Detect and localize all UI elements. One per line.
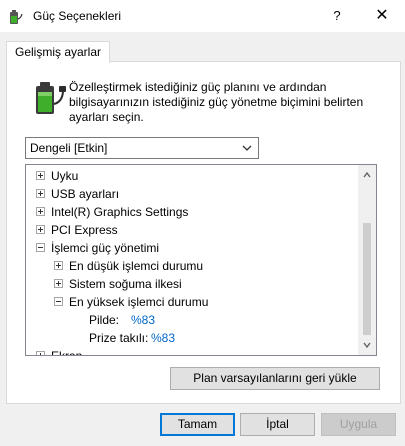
tree-item-label: İşlemci güç yönetimi <box>51 241 160 255</box>
tree-item-label: En düşük işlemci durumu <box>69 259 204 273</box>
scroll-up-arrow-icon[interactable] <box>362 170 372 180</box>
power-plan-dropdown[interactable]: Dengeli [Etkin] <box>25 137 259 159</box>
chevron-down-icon <box>242 145 252 151</box>
battery-power-large-icon <box>36 82 66 114</box>
tree-item-label: PCI Express <box>51 223 118 237</box>
help-button[interactable]: ? <box>320 0 354 32</box>
window-title: Güç Seçenekleri <box>33 9 122 23</box>
setting-label: Prize takılı: <box>89 331 149 345</box>
expand-icon[interactable] <box>36 351 45 355</box>
tree-item-label: USB ayarları <box>51 187 120 201</box>
description-text: Özelleştirmek istediğiniz güç planını ve… <box>69 80 364 124</box>
tree-item-label: Uyku <box>51 169 79 183</box>
expand-icon[interactable] <box>36 189 45 198</box>
close-button[interactable]: ✕ <box>362 0 402 32</box>
tree-item-label: En yüksek işlemci durumu <box>69 295 209 309</box>
expand-icon[interactable] <box>36 171 45 180</box>
expand-icon[interactable] <box>36 225 45 234</box>
expand-icon[interactable] <box>36 207 45 216</box>
scrollbar-thumb[interactable] <box>363 223 371 335</box>
restore-defaults-button[interactable]: Plan varsayılanlarını geri yükle <box>170 367 380 390</box>
tree-item-label: Sistem soğuma ilkesi <box>69 277 182 291</box>
power-plan-value: Dengeli [Etkin] <box>30 141 108 155</box>
setting-value-link[interactable]: %83 <box>151 329 175 347</box>
apply-button[interactable]: Uygula <box>321 413 396 436</box>
battery-power-icon <box>10 10 23 24</box>
setting-label: Pilde: <box>89 313 120 327</box>
setting-value-link[interactable]: %83 <box>131 311 155 329</box>
vertical-scrollbar[interactable] <box>358 165 376 355</box>
title-bar: Güç Seçenekleri ? ✕ <box>0 0 405 32</box>
expand-icon[interactable] <box>54 279 63 288</box>
collapse-icon[interactable] <box>54 297 63 306</box>
expand-icon[interactable] <box>54 261 63 270</box>
tree-item-label: Ekran <box>51 347 82 355</box>
scroll-down-arrow-icon[interactable] <box>362 340 372 350</box>
settings-tree-content: Uyku USB ayarları Intel(R) Graphics Sett… <box>26 165 358 355</box>
tab-advanced-settings[interactable]: Gelişmiş ayarlar <box>6 41 111 63</box>
collapse-icon[interactable] <box>36 243 45 252</box>
tree-item-label: Intel(R) Graphics Settings <box>51 205 189 219</box>
ok-button[interactable]: Tamam <box>160 413 235 436</box>
settings-tree[interactable]: Uyku USB ayarları Intel(R) Graphics Sett… <box>25 164 377 356</box>
cancel-button[interactable]: İptal <box>240 413 315 436</box>
